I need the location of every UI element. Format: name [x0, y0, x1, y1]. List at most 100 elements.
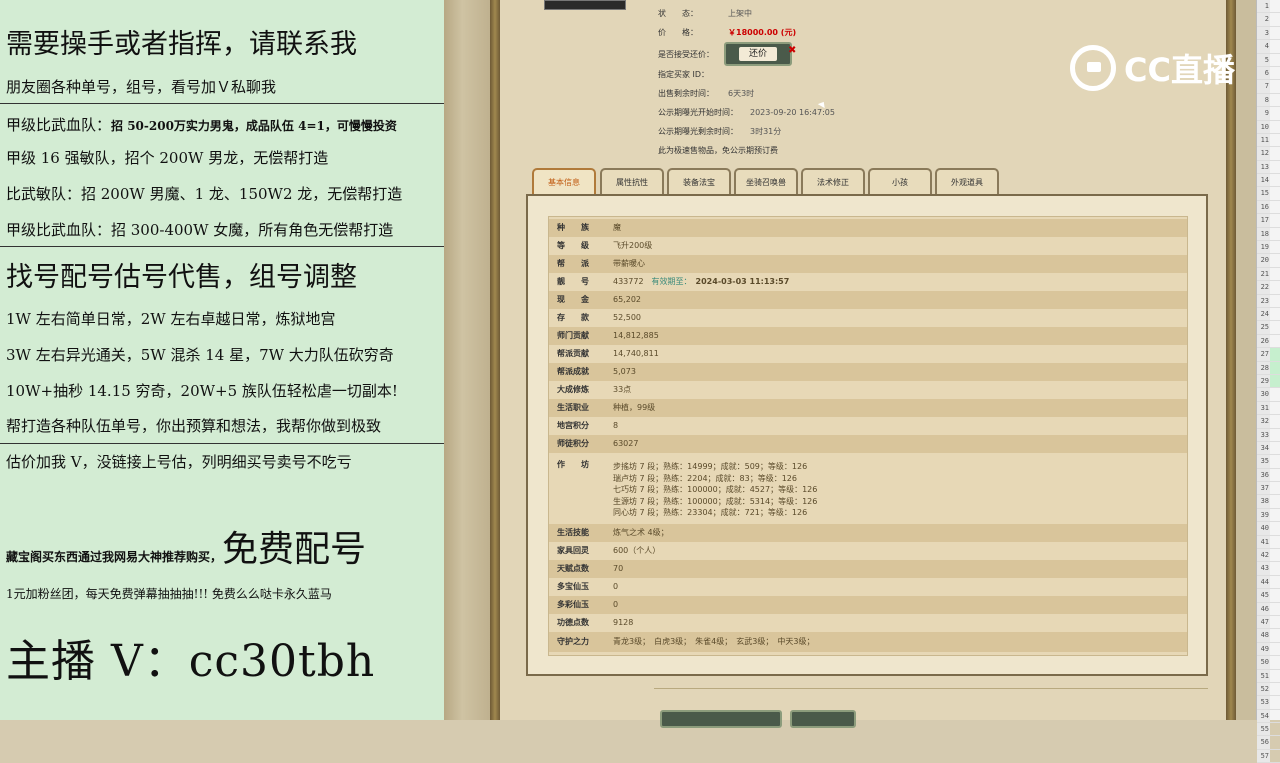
cell[interactable] — [1270, 295, 1280, 307]
cell[interactable] — [1270, 174, 1280, 186]
spreadsheet-row[interactable]: 7 — [1257, 80, 1280, 94]
spreadsheet-row[interactable]: 27 — [1257, 348, 1280, 362]
spreadsheet-row[interactable]: 45 — [1257, 589, 1280, 603]
spreadsheet-row[interactable]: 10 — [1257, 120, 1280, 134]
spreadsheet-row[interactable]: 42 — [1257, 549, 1280, 563]
spreadsheet-row[interactable]: 21 — [1257, 267, 1280, 282]
cell[interactable] — [1270, 241, 1280, 253]
cell[interactable] — [1270, 710, 1280, 722]
spreadsheet-row[interactable]: 44 — [1257, 575, 1280, 590]
spreadsheet-row[interactable]: 13 — [1257, 160, 1280, 175]
cell[interactable] — [1270, 281, 1280, 293]
spreadsheet-row[interactable]: 3 — [1257, 26, 1280, 41]
cell[interactable] — [1270, 27, 1280, 39]
spreadsheet-row[interactable]: 2 — [1257, 13, 1280, 27]
cell[interactable] — [1270, 603, 1280, 615]
spreadsheet-row[interactable]: 43 — [1257, 562, 1280, 576]
tab-spell-correction[interactable]: 法术修正 — [801, 168, 865, 194]
spreadsheet-row[interactable]: 33 — [1257, 428, 1280, 442]
tab-mounts-pets[interactable]: 坐骑召唤兽 — [734, 168, 798, 194]
spreadsheet-row[interactable]: 31 — [1257, 401, 1280, 416]
cell[interactable] — [1270, 429, 1280, 441]
spreadsheet-row[interactable]: 25 — [1257, 321, 1280, 335]
cell[interactable] — [1270, 214, 1280, 226]
spreadsheet-row[interactable]: 15 — [1257, 187, 1280, 201]
spreadsheet-row[interactable]: 39 — [1257, 508, 1280, 523]
spreadsheet-row[interactable]: 49 — [1257, 642, 1280, 657]
cell[interactable] — [1270, 616, 1280, 628]
cell[interactable] — [1270, 388, 1280, 400]
spreadsheet-row[interactable]: 8 — [1257, 93, 1280, 108]
cell[interactable] — [1270, 107, 1280, 119]
cell[interactable] — [1270, 80, 1280, 92]
spreadsheet-row[interactable]: 46 — [1257, 602, 1280, 616]
cell[interactable] — [1270, 736, 1280, 748]
cell[interactable] — [1270, 589, 1280, 601]
cell[interactable] — [1270, 134, 1280, 146]
counter-offer-button[interactable]: 还价 — [724, 42, 792, 66]
spreadsheet-row[interactable]: 52 — [1257, 682, 1280, 697]
tab-children[interactable]: 小孩 — [868, 168, 932, 194]
spreadsheet-row[interactable]: 6 — [1257, 66, 1280, 81]
spreadsheet-row[interactable]: 37 — [1257, 482, 1280, 496]
spreadsheet-row[interactable]: 35 — [1257, 455, 1280, 469]
spreadsheet-row[interactable]: 50 — [1257, 656, 1280, 670]
spreadsheet-row[interactable]: 40 — [1257, 522, 1280, 536]
spreadsheet-row[interactable]: 22 — [1257, 281, 1280, 295]
spreadsheet-row[interactable]: 55 — [1257, 723, 1280, 737]
cell[interactable] — [1270, 536, 1280, 548]
spreadsheet-row[interactable]: 54 — [1257, 709, 1280, 724]
cell[interactable] — [1270, 268, 1280, 280]
cell[interactable] — [1270, 121, 1280, 133]
spreadsheet-row[interactable]: 48 — [1257, 629, 1280, 643]
cell[interactable] — [1270, 469, 1280, 481]
tab-appearance[interactable]: 外观道具 — [935, 168, 999, 194]
spreadsheet-row[interactable]: 47 — [1257, 615, 1280, 630]
spreadsheet-row[interactable]: 12 — [1257, 147, 1280, 161]
bottom-action-button[interactable] — [660, 710, 782, 728]
cell[interactable] — [1270, 147, 1280, 159]
cell[interactable] — [1270, 683, 1280, 695]
spreadsheet-row[interactable]: 26 — [1257, 334, 1280, 349]
cell[interactable] — [1270, 495, 1280, 507]
cell[interactable] — [1270, 402, 1280, 414]
spreadsheet-row[interactable]: 11 — [1257, 133, 1280, 148]
cell[interactable] — [1270, 321, 1280, 333]
spreadsheet-row[interactable]: 51 — [1257, 669, 1280, 683]
cell[interactable] — [1270, 509, 1280, 521]
cell[interactable] — [1270, 161, 1280, 173]
spreadsheet-row[interactable]: 4 — [1257, 40, 1280, 54]
tab-equipment[interactable]: 装备法宝 — [667, 168, 731, 194]
cell[interactable] — [1270, 348, 1280, 360]
cell[interactable] — [1270, 54, 1280, 66]
cell[interactable] — [1270, 576, 1280, 588]
cell[interactable] — [1270, 187, 1280, 199]
spreadsheet-row[interactable]: 29 — [1257, 374, 1280, 389]
cell[interactable] — [1270, 455, 1280, 467]
spreadsheet-row[interactable]: 24 — [1257, 307, 1280, 322]
cell[interactable] — [1270, 335, 1280, 347]
spreadsheet-row[interactable]: 20 — [1257, 254, 1280, 268]
cell[interactable] — [1270, 40, 1280, 52]
spreadsheet-row[interactable]: 1 — [1257, 0, 1280, 14]
cell[interactable] — [1270, 656, 1280, 668]
cell[interactable] — [1270, 723, 1280, 735]
spreadsheet-row[interactable]: 16 — [1257, 200, 1280, 215]
spreadsheet-row[interactable]: 34 — [1257, 441, 1280, 456]
spreadsheet-row[interactable]: 41 — [1257, 535, 1280, 550]
cell[interactable] — [1270, 67, 1280, 79]
cell[interactable] — [1270, 228, 1280, 240]
cell[interactable] — [1270, 629, 1280, 641]
cell[interactable] — [1270, 562, 1280, 574]
cell[interactable] — [1270, 254, 1280, 266]
spreadsheet-row[interactable]: 5 — [1257, 53, 1280, 67]
spreadsheet-row[interactable]: 28 — [1257, 361, 1280, 375]
cell[interactable] — [1270, 643, 1280, 655]
cell[interactable] — [1270, 308, 1280, 320]
bottom-action-button[interactable] — [790, 710, 856, 728]
spreadsheet-row[interactable]: 30 — [1257, 388, 1280, 402]
spreadsheet-row[interactable]: 23 — [1257, 294, 1280, 308]
cell[interactable] — [1270, 362, 1280, 374]
spreadsheet-row[interactable]: 18 — [1257, 227, 1280, 242]
spreadsheet-row[interactable]: 36 — [1257, 468, 1280, 483]
